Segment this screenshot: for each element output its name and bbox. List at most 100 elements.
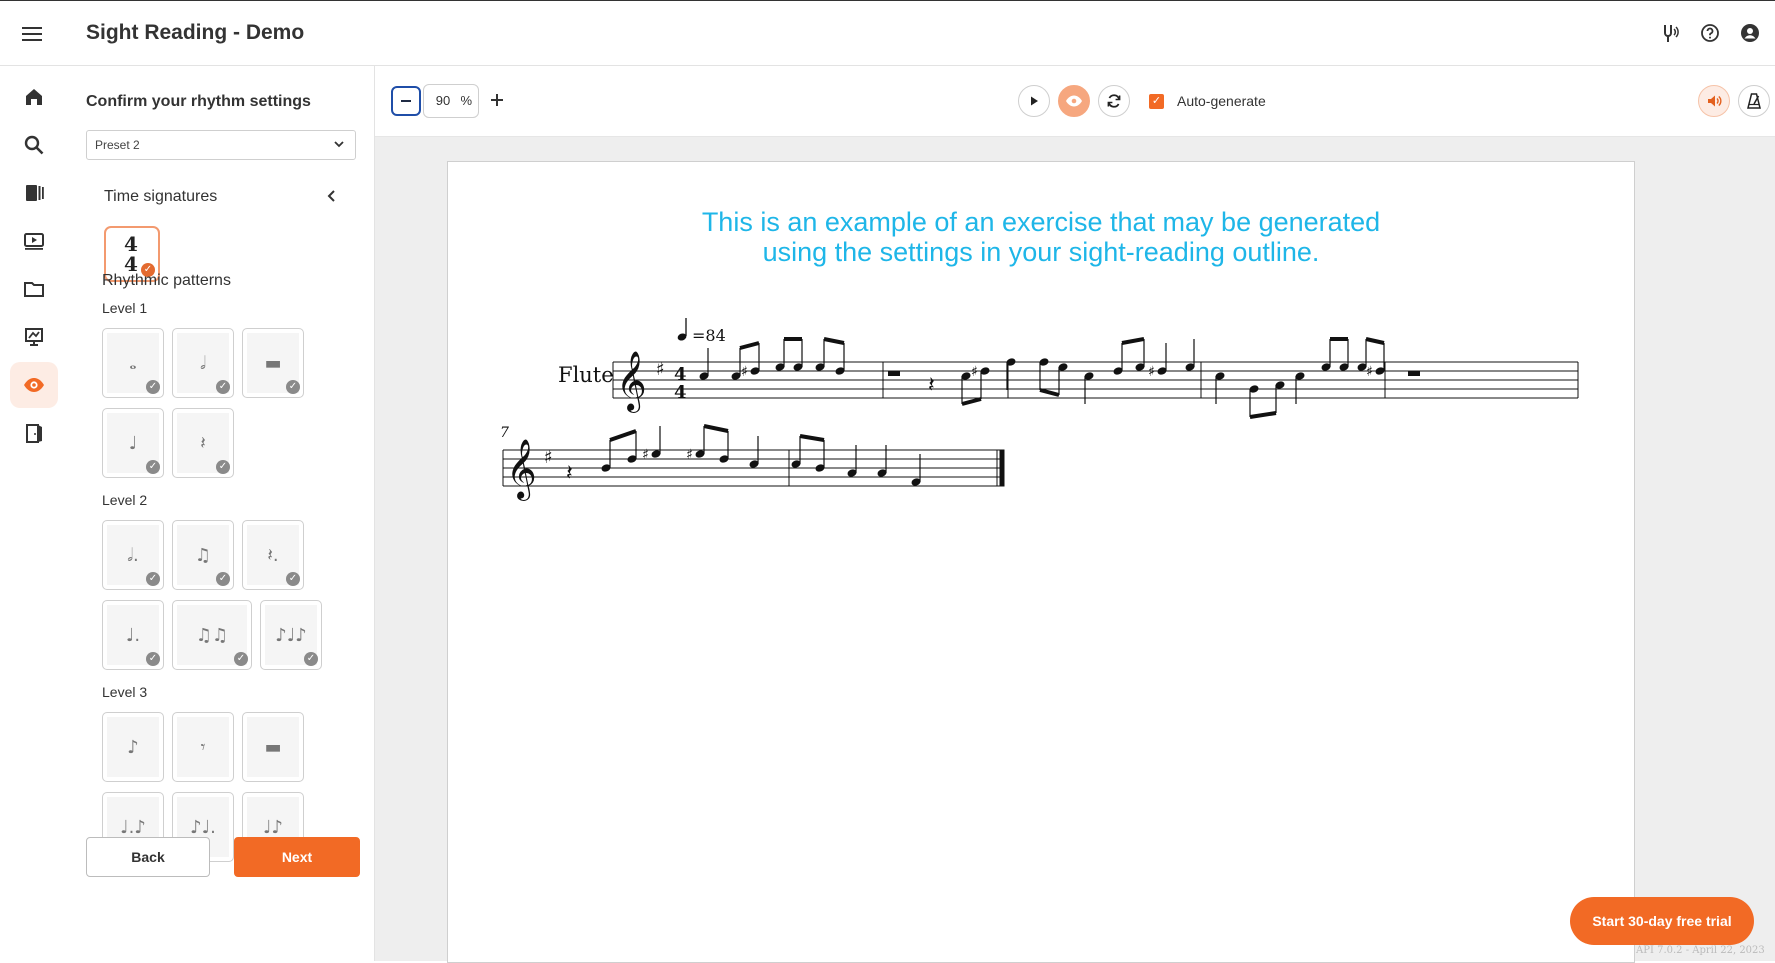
autogenerate-label: Auto-generate — [1177, 93, 1266, 109]
half-rest-icon: ▬ — [264, 737, 282, 758]
tuning-fork-icon[interactable] — [1658, 21, 1682, 45]
app-header: Sight Reading - Demo — [0, 1, 1775, 66]
api-version-label: API 7.0.2 - April 22, 2023 — [1636, 945, 1765, 956]
eighth-rest-pattern[interactable]: 𝄾 — [172, 712, 234, 782]
zoom-field: % — [423, 84, 479, 118]
dotted-quarter-rest-icon: 𝄽. — [267, 545, 279, 566]
eighth-dotted-quarter-icon: ♪♩. — [190, 817, 216, 838]
eighth-quarter-eighth-pattern[interactable]: ♪♩♪ ✓ — [260, 600, 322, 670]
beam — [1039, 388, 1060, 397]
audio-button[interactable] — [1698, 85, 1730, 117]
beam — [1121, 337, 1145, 345]
beam — [961, 397, 982, 406]
check-icon: ✓ — [146, 572, 160, 586]
eighth-rest-icon: 𝄾 — [200, 737, 206, 758]
play-button[interactable] — [1018, 85, 1050, 117]
beam — [609, 429, 637, 442]
time-signature-top: 4 — [124, 232, 138, 256]
four-beamed-eighths-icon: ♫♫ — [195, 625, 229, 646]
home-icon[interactable] — [10, 74, 58, 120]
exercise-message-line-1: This is an example of an exercise that m… — [701, 207, 1381, 237]
music-notation: =84 Flute 𝄞 ♯ 4 4 ♯𝄽♯ ♯ ♯ 7 𝄞 ♯ 𝄽♯ ♯ — [500, 318, 1579, 501]
quarter-note-pattern[interactable]: ♩ ✓ — [102, 408, 164, 478]
half-note-pattern[interactable]: 𝅗𝅥 ✓ — [172, 328, 234, 398]
score-viewport: This is an example of an exercise that m… — [375, 137, 1775, 963]
sharp-icon: ♯ — [686, 447, 693, 463]
whole-rest — [888, 371, 900, 376]
view-toggle-button[interactable] — [1058, 85, 1090, 117]
rhythmic-patterns-title: Rhythmic patterns — [102, 272, 231, 289]
system-2-notes: 𝄽 ♯ ♯ — [566, 424, 921, 486]
zoom-input[interactable] — [428, 92, 458, 109]
quarter-rest-pattern[interactable]: 𝄽 ✓ — [172, 408, 234, 478]
dotted-quarter-eighth-icon: ♩.♪ — [120, 817, 146, 838]
key-sharp-icon: ♯ — [544, 447, 553, 468]
level-label: Level 3 — [102, 684, 148, 700]
zoom-out-button[interactable] — [391, 86, 421, 116]
sight-reading-icon[interactable] — [10, 362, 58, 408]
dotted-half-note-pattern[interactable]: 𝅗𝅥. ✓ — [102, 520, 164, 590]
syncopation-icon: ♪♩♪ — [275, 625, 307, 646]
dotted-quarter-note-pattern[interactable]: ♩. ✓ — [102, 600, 164, 670]
zoom-unit: % — [460, 93, 472, 108]
check-icon: ✓ — [286, 572, 300, 586]
score-sheet: This is an example of an exercise that m… — [447, 161, 1635, 963]
whole-rest-icon: ▬ — [264, 353, 282, 374]
metronome-button[interactable] — [1738, 85, 1770, 117]
quarter-note-icon: ♩ — [128, 433, 138, 454]
dotted-half-note-icon: 𝅗𝅥. — [127, 545, 139, 566]
folder-icon[interactable] — [10, 266, 58, 312]
check-icon: ✓ — [216, 380, 230, 394]
treble-clef-icon: 𝄞 — [616, 351, 647, 413]
scroll-mask — [68, 886, 374, 896]
menu-icon[interactable] — [22, 27, 42, 41]
next-button[interactable]: Next — [234, 837, 360, 877]
autogenerate-checkbox[interactable]: ✓ — [1149, 94, 1164, 109]
whole-note-pattern[interactable]: 𝅝 ✓ — [102, 328, 164, 398]
eighth-note-pattern[interactable]: ♪ — [102, 712, 164, 782]
score-toolbar: % ✓ Auto-generate — [375, 66, 1775, 137]
tempo-marking: =84 — [677, 318, 726, 345]
assignment-icon[interactable] — [10, 314, 58, 360]
quarter-eighth-icon: ♩♪ — [263, 817, 283, 838]
whole-rest — [1408, 371, 1420, 376]
check-icon: ✓ — [146, 380, 160, 394]
regenerate-button[interactable] — [1098, 85, 1130, 117]
time-signature-denominator: 4 — [674, 382, 687, 403]
preset-select[interactable]: Preset 2 — [86, 130, 356, 160]
rest-icon: 𝄽 — [928, 373, 935, 398]
panel-title: Confirm your rhythm settings — [86, 93, 311, 110]
navigation-rail — [0, 66, 68, 961]
beam — [823, 337, 845, 345]
two-eighth-notes-pattern[interactable]: ♫ ✓ — [172, 520, 234, 590]
whole-note-icon: 𝅝 — [129, 353, 137, 374]
sharp-icon: ♯ — [741, 364, 748, 380]
preset-value: Preset 2 — [95, 138, 140, 152]
free-trial-button[interactable]: Start 30-day free trial — [1570, 897, 1754, 945]
page-title: Sight Reading - Demo — [86, 21, 305, 44]
rest-icon: 𝄽 — [566, 461, 573, 486]
four-eighth-notes-pattern[interactable]: ♫♫ ✓ — [172, 600, 252, 670]
beam — [703, 424, 729, 433]
sharp-icon: ♯ — [1366, 364, 1373, 380]
beamed-eighths-icon: ♫ — [194, 545, 212, 566]
exit-icon[interactable] — [10, 410, 58, 456]
search-icon[interactable] — [10, 122, 58, 168]
library-icon[interactable] — [10, 170, 58, 216]
half-rest-pattern[interactable]: ▬ — [242, 712, 304, 782]
check-icon: ✓ — [146, 460, 160, 474]
video-icon[interactable] — [10, 218, 58, 264]
check-icon: ✓ — [216, 572, 230, 586]
help-icon[interactable] — [1698, 21, 1722, 45]
beam — [1365, 337, 1385, 345]
rhythm-settings-panel: Confirm your rhythm settings Preset 2 Ti… — [68, 66, 375, 961]
half-note-icon: 𝅗𝅥 — [200, 353, 206, 374]
account-icon[interactable] — [1738, 21, 1762, 45]
chevron-left-icon[interactable] — [322, 186, 342, 206]
back-button[interactable]: Back — [86, 837, 210, 877]
zoom-in-button[interactable] — [485, 86, 509, 114]
whole-rest-pattern[interactable]: ▬ ✓ — [242, 328, 304, 398]
dotted-quarter-rest-pattern[interactable]: 𝄽. ✓ — [242, 520, 304, 590]
beam — [739, 341, 760, 350]
tempo-value: =84 — [692, 326, 726, 345]
